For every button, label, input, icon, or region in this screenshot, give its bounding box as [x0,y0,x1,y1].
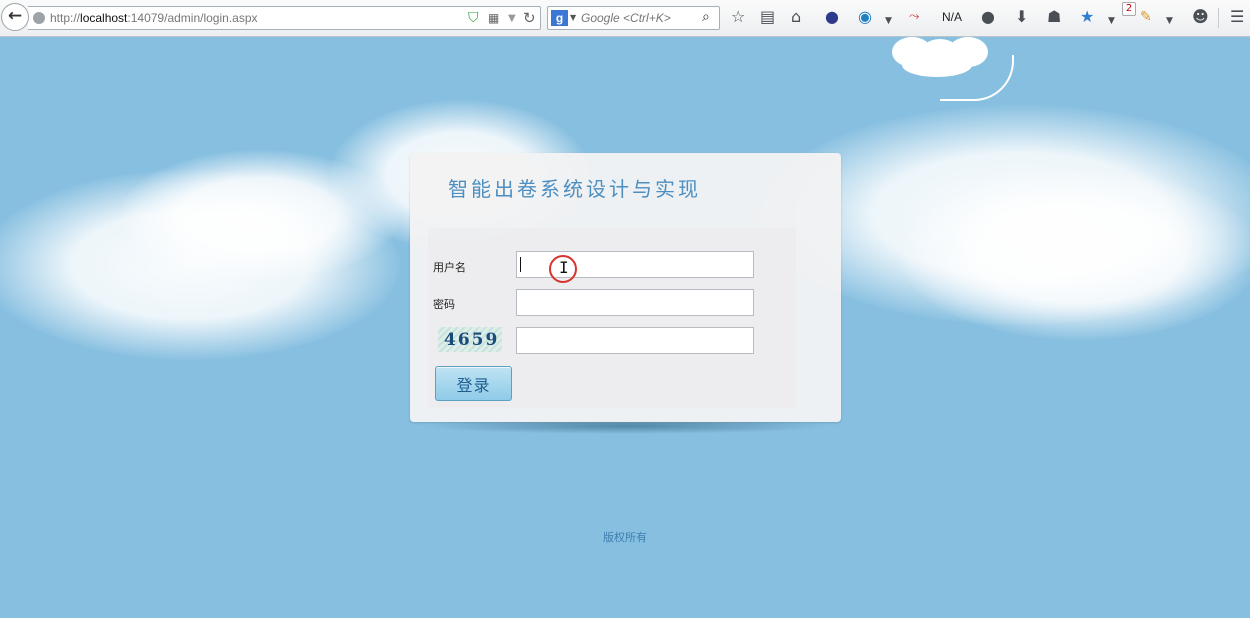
na-label[interactable]: N/A [942,10,962,24]
notification-badge[interactable]: 2 [1122,2,1136,16]
star-icon[interactable]: ☆ [731,8,745,26]
dropdown-arrow-icon[interactable]: ▼ [508,13,516,24]
page-title: 智能出卷系统设计与实现 [448,177,701,201]
back-button[interactable]: ← [1,3,29,31]
user-icon[interactable]: ☗ [1047,8,1061,26]
download-icon[interactable]: ⬇ [1015,8,1028,26]
chat-icon[interactable]: ● [981,8,995,26]
search-placeholder[interactable]: Google <Ctrl+K> [581,11,671,25]
login-button[interactable]: 登录 [435,366,512,401]
toolbar-separator [1218,8,1219,28]
address-bar[interactable]: http://localhost:14079/admin/login.aspx … [28,6,541,30]
password-label: 密码 [433,298,455,311]
captcha-image[interactable]: 4659 [438,327,502,352]
smiley-icon[interactable]: ☻ [1192,8,1209,26]
url-text[interactable]: http://localhost:14079/admin/login.aspx [50,11,258,25]
bookmark-dropdown-icon[interactable]: ▼ [1108,12,1115,30]
search-engine-dropdown-icon[interactable]: ▼ [570,13,576,22]
search-bar[interactable]: g ▼ Google <Ctrl+K> ⌕ [547,6,720,30]
copyright-footer: 版权所有 [603,531,647,544]
url-host: localhost [80,11,128,25]
cloud-right-lower [900,170,1250,340]
globe-icon [33,12,45,24]
addon-globe-icon[interactable]: ● [825,8,839,26]
login-panel: 智能出卷系统设计与实现 用户名 密码 4659 登录 [410,153,841,422]
url-prefix: http:// [50,11,81,25]
chart-addon-icon[interactable]: ⤳ [909,8,919,26]
extension-dropdown-icon[interactable]: ▼ [1166,12,1173,30]
reload-icon[interactable]: ↻ [523,9,536,27]
ibeam-cursor-icon: I [559,258,569,277]
captcha-text: 4659 [444,330,500,350]
bookmark-star-icon[interactable]: ★ [1080,8,1094,26]
username-label: 用户名 [433,261,466,274]
url-path: :14079/admin/login.aspx [127,11,258,25]
text-caret [520,257,521,272]
addon-extension-icon[interactable]: ✎ [1140,8,1152,26]
hamburger-menu-icon[interactable]: ☰ [1230,8,1244,26]
shield-icon[interactable]: ⛉ [468,10,479,26]
search-icon[interactable]: ⌕ [702,9,710,25]
qr-code-icon[interactable]: ▦ [488,11,499,25]
password-input[interactable] [516,289,754,316]
addon-dropdown-icon[interactable]: ▼ [885,12,892,30]
cloud-tail [940,55,1014,101]
browser-toolbar: http://localhost:14079/admin/login.aspx … [0,0,1250,37]
captcha-input[interactable] [516,327,754,354]
home-icon[interactable]: ⌂ [791,8,801,26]
addon-earth-icon[interactable]: ◉ [858,8,872,26]
google-icon[interactable]: g [551,10,568,26]
back-arrow-icon: ← [7,6,23,26]
clipboard-icon[interactable]: ▤ [760,8,775,26]
